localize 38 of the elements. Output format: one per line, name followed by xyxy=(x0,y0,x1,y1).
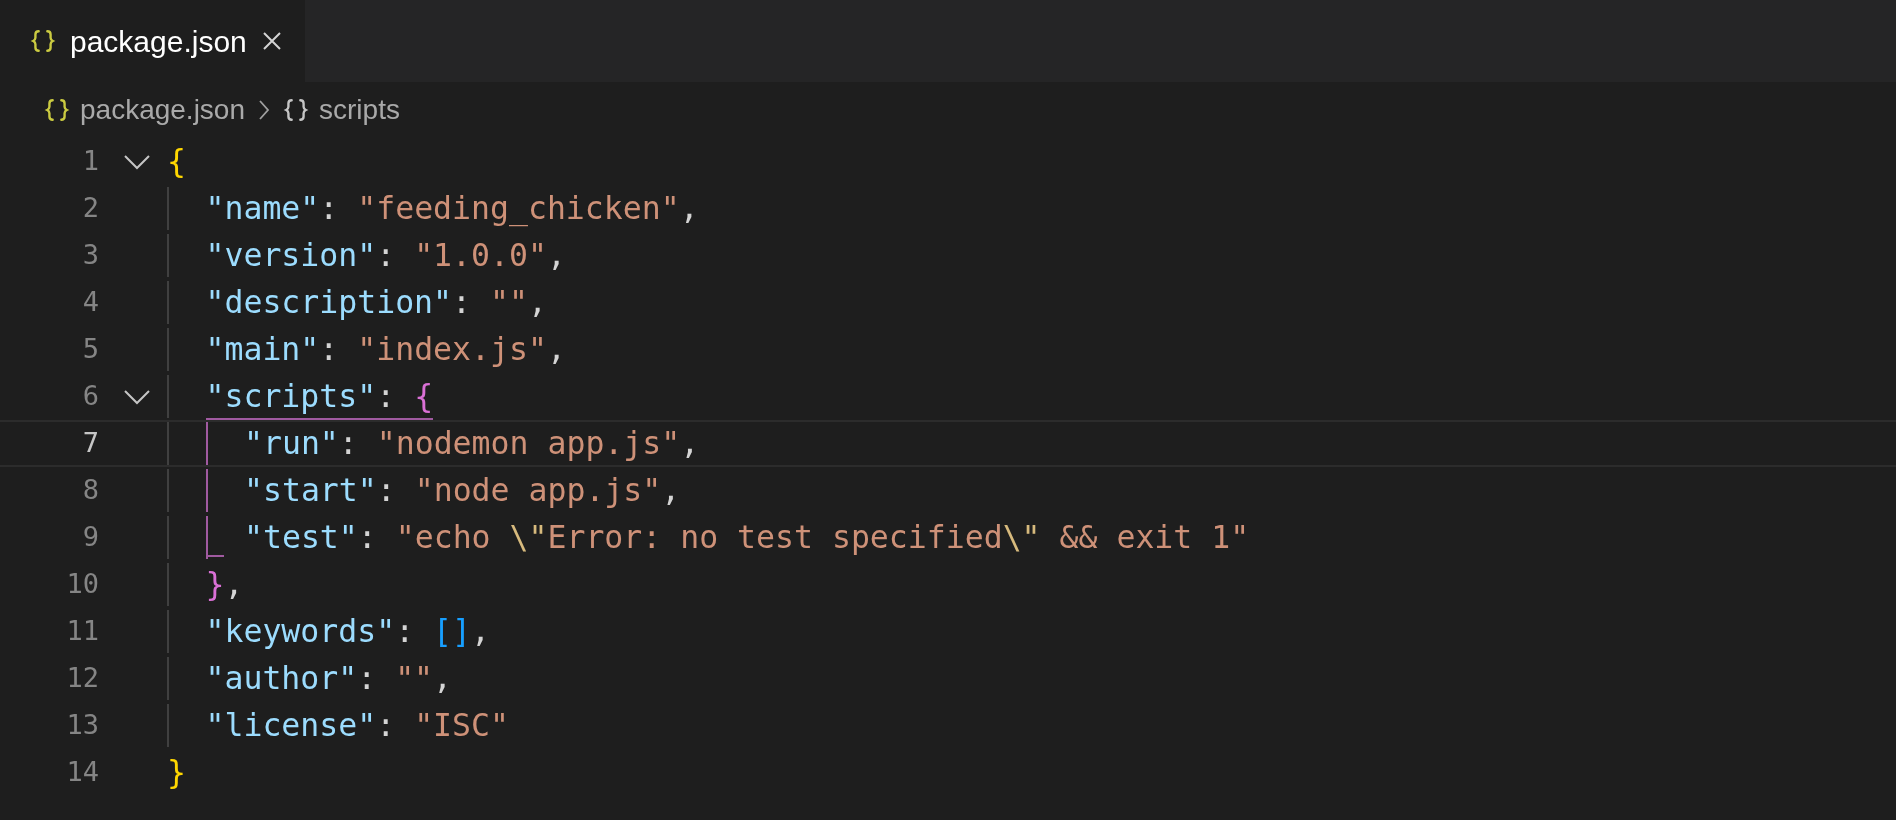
code-line: "license": "ISC" xyxy=(205,705,509,745)
close-icon[interactable] xyxy=(260,30,283,52)
line-number: 12 xyxy=(66,661,99,696)
line-number: 1 xyxy=(82,144,99,179)
json-braces-icon xyxy=(44,97,70,123)
line-number: 14 xyxy=(66,755,99,790)
chevron-down-icon[interactable] xyxy=(123,153,151,170)
code-line: "keywords": [], xyxy=(205,611,490,651)
line-number: 3 xyxy=(82,238,99,273)
code-line: }, xyxy=(205,564,244,604)
editor-tab[interactable]: package.json xyxy=(0,0,305,82)
line-number: 4 xyxy=(82,285,99,320)
code-line: } xyxy=(167,752,186,792)
code-line: { xyxy=(167,141,186,181)
code-line: "scripts": { xyxy=(205,373,434,420)
code-line: "run": "nodemon app.js", xyxy=(244,423,700,463)
line-number: 11 xyxy=(66,614,99,649)
object-braces-icon xyxy=(283,97,309,123)
line-number: 8 xyxy=(82,473,99,508)
code-line: "start": "node app.js", xyxy=(244,470,681,510)
breadcrumb-item[interactable]: package.json xyxy=(80,89,245,131)
chevron-right-icon xyxy=(257,98,271,122)
line-number: 2 xyxy=(82,191,99,226)
line-number: 7 xyxy=(82,426,99,461)
code-line: "test": "echo \"Error: no test specified\" && exit 1" xyxy=(244,517,1250,557)
code-line: "main": "index.js", xyxy=(205,329,566,369)
line-number: 5 xyxy=(82,332,99,367)
code-line: "author": "", xyxy=(205,658,453,698)
chevron-down-icon[interactable] xyxy=(123,388,151,405)
line-number: 13 xyxy=(66,708,99,743)
json-braces-icon xyxy=(30,28,56,54)
code-line: "version": "1.0.0", xyxy=(205,235,566,275)
breadcrumb-item[interactable]: scripts xyxy=(319,89,400,131)
code-line: "name": "feeding_chicken", xyxy=(205,188,699,229)
line-number: 6 xyxy=(82,379,99,414)
code-line: "description": "", xyxy=(205,282,547,322)
line-number: 10 xyxy=(66,567,99,602)
line-number: 9 xyxy=(82,520,99,555)
